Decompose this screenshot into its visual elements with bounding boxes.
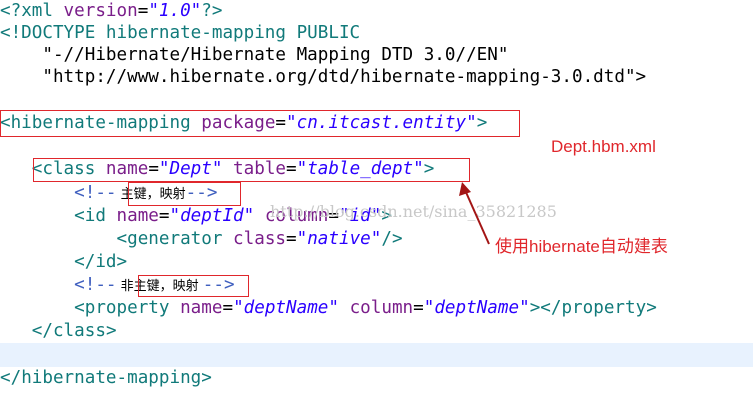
token: >: [201, 368, 212, 388]
token: =: [158, 206, 170, 226]
token: =: [137, 1, 149, 21]
token: "deptId": [169, 206, 255, 226]
token: id: [95, 252, 117, 272]
token: generator: [127, 229, 223, 249]
token: <: [74, 206, 85, 226]
annotation-arrow-icon: [459, 182, 490, 245]
token: class: [222, 229, 287, 249]
token: id: [84, 206, 106, 226]
token: />: [381, 229, 403, 249]
token: <!--: [74, 183, 117, 203]
token: "http://www.hibernate.org/dtd/hibernate-…: [0, 67, 647, 87]
code-line-property: <property name="deptName" column="deptNa…: [0, 297, 657, 320]
watermark-text: http://blog.csdn.net/sina_35821285: [270, 202, 557, 221]
token: <: [74, 298, 85, 318]
token: class: [52, 321, 106, 341]
token: </: [74, 252, 96, 272]
current-line-highlight: [0, 343, 753, 367]
token: column: [339, 298, 414, 318]
token: >: [116, 252, 128, 272]
token: hibernate-mapping: [21, 368, 202, 388]
token: =: [286, 229, 297, 249]
token: >: [105, 321, 117, 341]
token: property: [84, 298, 170, 318]
code-line-doctype-public-id: "-//Hibernate/Hibernate Mapping DTD 3.0/…: [0, 44, 508, 67]
code-line-generator: <generator class="native"/>: [0, 228, 403, 251]
token: name: [105, 206, 159, 226]
token: =: [222, 298, 234, 318]
token: <!--: [74, 275, 117, 295]
token: </: [0, 368, 22, 388]
token: xml: [21, 1, 53, 21]
code-line-doctype: <!DOCTYPE hibernate-mapping PUBLIC: [0, 22, 360, 45]
code-line-xml-declaration: <?xml version="1.0"?>: [0, 0, 222, 23]
code-line-hibernate-mapping-close: </hibernate-mapping>: [0, 367, 212, 390]
token: >: [646, 298, 657, 318]
token: ></: [529, 298, 562, 318]
annotation-box-hibernate-mapping: [0, 110, 520, 137]
token: "1.0": [148, 1, 202, 21]
token: =: [413, 298, 424, 318]
code-line-doctype-system-id: "http://www.hibernate.org/dtd/hibernate-…: [0, 66, 646, 89]
token: version: [52, 1, 138, 21]
annotation-file-label: Dept.hbm.xml: [551, 137, 656, 156]
token: "native": [296, 229, 382, 249]
code-line-class-close: </class>: [0, 320, 117, 343]
token: name: [169, 298, 223, 318]
token: </: [31, 321, 53, 341]
annotation-box-non-primary-key-comment: [138, 275, 249, 297]
token: <?: [0, 1, 22, 21]
annotation-box-class: [33, 158, 470, 182]
token: "deptName": [233, 298, 339, 318]
token: ?>: [201, 1, 223, 21]
token: <!DOCTYPE hibernate-mapping PUBLIC: [0, 23, 361, 43]
token: "-//Hibernate/Hibernate Mapping DTD 3.0/…: [0, 45, 509, 65]
code-line-id-close: </id>: [0, 251, 127, 274]
annotation-auto-table-note: 使用hibernate自动建表: [495, 237, 668, 256]
token: property: [561, 298, 647, 318]
annotation-box-primary-key-comment: [128, 182, 241, 206]
token: "deptName": [423, 298, 530, 318]
token: <: [116, 229, 128, 249]
